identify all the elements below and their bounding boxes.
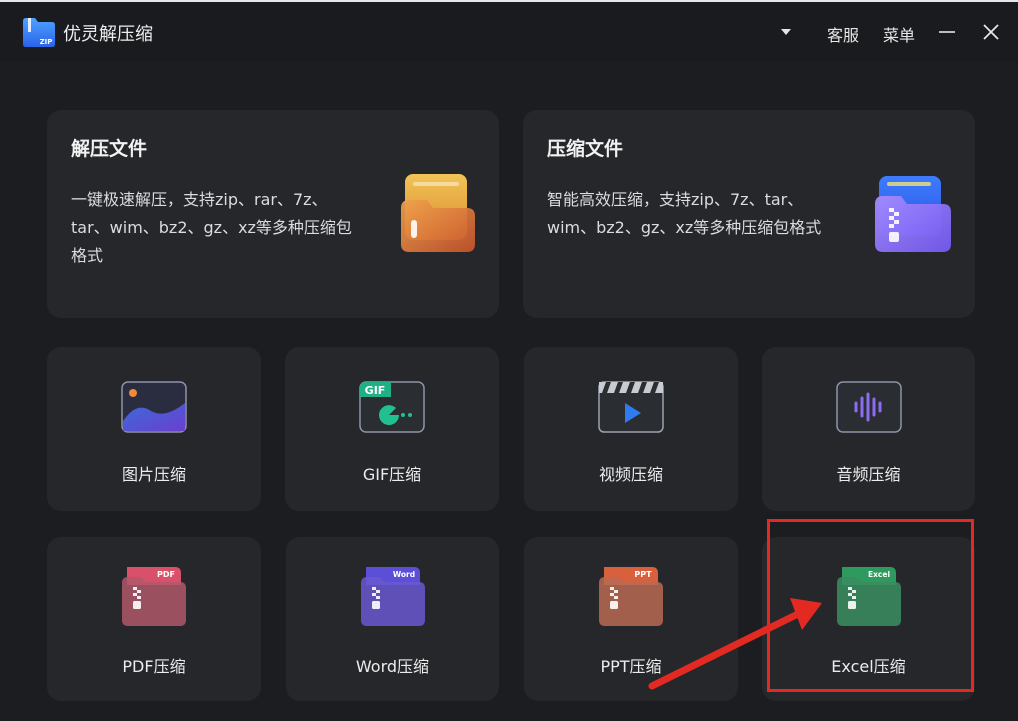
app-title: 优灵解压缩 bbox=[63, 24, 153, 45]
extract-files-card[interactable]: 解压文件 一键极速解压，支持zip、rar、7z、tar、wim、bz2、gz、… bbox=[47, 110, 499, 318]
video-icon bbox=[598, 381, 664, 433]
menu-button[interactable]: 菜单 bbox=[883, 22, 915, 46]
ppt-compress-label: PPT压缩 bbox=[600, 657, 662, 676]
word-compress-label: Word压缩 bbox=[355, 657, 430, 676]
audio-compress-tile[interactable]: 音频压缩 bbox=[762, 347, 975, 511]
zip-folder-icon bbox=[875, 176, 951, 252]
video-compress-label: 视频压缩 bbox=[598, 465, 663, 484]
compress-files-card[interactable]: 压缩文件 智能高效压缩，支持zip、7z、tar、wim、bz2、gz、xz等多… bbox=[523, 110, 975, 318]
video-compress-tile[interactable]: 视频压缩 bbox=[524, 347, 738, 511]
audio-icon bbox=[836, 381, 902, 433]
app-logo-icon: ZIP bbox=[23, 18, 55, 47]
extract-files-title: 解压文件 bbox=[71, 138, 148, 160]
close-icon[interactable] bbox=[981, 22, 1001, 42]
excel-zip-icon: Excel bbox=[837, 567, 901, 626]
gif-compress-label: GIF压缩 bbox=[362, 465, 422, 484]
gif-badge-text: GIF bbox=[365, 384, 386, 397]
compress-files-description: 智能高效压缩，支持zip、7z、tar、wim、bz2、gz、xz等多种压缩包格… bbox=[547, 190, 822, 237]
excel-badge-text: Excel bbox=[868, 570, 890, 579]
word-compress-tile[interactable]: Word Word压缩 bbox=[286, 537, 499, 701]
ppt-badge-text: PPT bbox=[634, 570, 652, 579]
word-badge-text: Word bbox=[393, 570, 415, 579]
top-edge bbox=[0, 0, 1018, 2]
word-zip-icon: Word bbox=[361, 567, 425, 626]
gif-compress-tile[interactable]: GIF GIF压缩 bbox=[285, 347, 499, 511]
ppt-zip-icon: PPT bbox=[599, 567, 663, 626]
image-compress-label: 图片压缩 bbox=[121, 465, 186, 484]
dropdown-caret-icon[interactable] bbox=[778, 24, 794, 40]
pdf-compress-tile[interactable]: PDF PDF压缩 bbox=[47, 537, 261, 701]
compress-files-title: 压缩文件 bbox=[547, 138, 624, 160]
pdf-badge-text: PDF bbox=[157, 570, 175, 579]
image-icon bbox=[121, 381, 187, 433]
image-compress-tile[interactable]: 图片压缩 bbox=[47, 347, 261, 511]
customer-service-button[interactable]: 客服 bbox=[827, 22, 859, 46]
svg-text:ZIP: ZIP bbox=[40, 38, 53, 46]
ppt-compress-tile[interactable]: PPT PPT压缩 bbox=[524, 537, 738, 701]
audio-compress-label: 音频压缩 bbox=[836, 465, 901, 484]
folder-icon bbox=[401, 174, 475, 252]
title-bar: ZIP 优灵解压缩 客服 菜单 bbox=[0, 0, 1018, 62]
gif-icon: GIF bbox=[359, 381, 425, 433]
extract-files-description: 一键极速解压，支持zip、rar、7z、tar、wim、bz2、gz、xz等多种… bbox=[71, 190, 352, 265]
minimize-icon[interactable] bbox=[937, 22, 957, 42]
pdf-compress-label: PDF压缩 bbox=[122, 657, 186, 676]
pdf-zip-icon: PDF bbox=[122, 567, 186, 626]
excel-compress-tile[interactable]: Excel Excel压缩 bbox=[762, 537, 975, 701]
excel-compress-label: Excel压缩 bbox=[831, 657, 906, 676]
